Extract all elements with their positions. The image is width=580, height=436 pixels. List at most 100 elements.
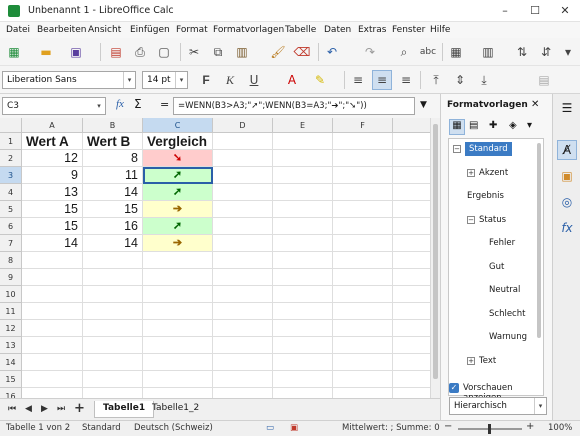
chevron-down-icon[interactable]: ▾ xyxy=(123,72,135,88)
grid-cell[interactable] xyxy=(333,320,393,337)
functions-deck-icon[interactable]: fx xyxy=(557,218,577,238)
menu-ansicht[interactable]: Ansicht xyxy=(88,25,121,35)
close-button[interactable]: ✕ xyxy=(550,0,580,22)
sort-ascending-icon[interactable]: ⇅ xyxy=(512,42,532,62)
style-item[interactable]: + Text xyxy=(467,356,496,366)
font-color-icon[interactable]: A xyxy=(282,70,302,90)
grid-cell[interactable] xyxy=(393,218,430,235)
grid-cell[interactable] xyxy=(333,167,393,184)
value-cell[interactable]: 13 xyxy=(22,184,83,201)
grid-cell[interactable] xyxy=(143,371,213,388)
collapse-icon[interactable]: − xyxy=(467,215,475,224)
tree-scrollbar[interactable] xyxy=(537,143,541,338)
grid-cell[interactable] xyxy=(393,269,430,286)
grid-cell[interactable] xyxy=(213,133,273,150)
grid-cell[interactable] xyxy=(393,184,430,201)
grid-cell[interactable] xyxy=(333,388,393,398)
minimize-button[interactable]: – xyxy=(490,0,520,22)
header-cell[interactable]: Vergleich xyxy=(143,133,213,150)
value-cell[interactable]: 16 xyxy=(83,218,143,235)
grid-cell[interactable] xyxy=(213,269,273,286)
row-header[interactable]: 14 xyxy=(0,354,22,371)
value-cell[interactable]: 15 xyxy=(22,218,83,235)
grid-cell[interactable] xyxy=(22,269,83,286)
comparison-cell[interactable]: ➔ xyxy=(143,201,213,218)
zoom-in-icon[interactable]: + xyxy=(526,421,534,432)
grid-cell[interactable] xyxy=(393,150,430,167)
page-styles-icon[interactable]: ▤ xyxy=(469,120,478,131)
column-header-f[interactable]: F xyxy=(333,118,393,133)
gallery-deck-icon[interactable]: ▣ xyxy=(557,166,577,186)
row-header[interactable]: 8 xyxy=(0,252,22,269)
column-icon[interactable]: ▥ xyxy=(478,42,498,62)
zoom-out-icon[interactable]: − xyxy=(444,421,452,432)
grid-cell[interactable] xyxy=(273,337,333,354)
grid-cell[interactable] xyxy=(333,252,393,269)
style-item-selected[interactable]: − Standard xyxy=(453,142,512,156)
grid-cell[interactable] xyxy=(213,337,273,354)
merge-cells-icon[interactable]: ▤ xyxy=(534,70,554,90)
grid-cell[interactable] xyxy=(22,286,83,303)
menu-einfuegen[interactable]: Einfügen xyxy=(130,25,170,35)
grid-cell[interactable] xyxy=(213,354,273,371)
row-header[interactable]: 3 xyxy=(0,167,22,184)
row-header[interactable]: 1 xyxy=(0,133,22,150)
chevron-down-icon[interactable]: ▾ xyxy=(175,72,187,88)
grid-cell[interactable] xyxy=(273,201,333,218)
grid-cell[interactable] xyxy=(83,354,143,371)
navigator-deck-icon[interactable]: ◎ xyxy=(557,192,577,212)
clone-format-icon[interactable]: 🖌 xyxy=(268,42,288,62)
value-cell[interactable]: 14 xyxy=(83,184,143,201)
expand-formula-icon[interactable]: ▼ xyxy=(420,100,427,110)
grid-cell[interactable] xyxy=(213,150,273,167)
last-sheet-icon[interactable]: ⏭ xyxy=(57,404,65,414)
print-icon[interactable]: ⎙ xyxy=(130,42,150,62)
grid-cell[interactable] xyxy=(213,286,273,303)
next-sheet-icon[interactable]: ▶ xyxy=(41,404,48,414)
grid-cell[interactable] xyxy=(143,320,213,337)
collapse-icon[interactable]: − xyxy=(453,145,461,153)
grid-cell[interactable] xyxy=(22,388,83,398)
align-top-icon[interactable]: ⤒ xyxy=(426,70,446,90)
grid-cell[interactable] xyxy=(333,201,393,218)
row-header[interactable]: 4 xyxy=(0,184,22,201)
menu-format[interactable]: Format xyxy=(176,25,208,35)
grid-cell[interactable] xyxy=(22,354,83,371)
row-header[interactable]: 13 xyxy=(0,337,22,354)
page-style[interactable]: Standard xyxy=(82,423,121,433)
style-item[interactable]: − Status xyxy=(467,215,506,225)
expand-icon[interactable]: + xyxy=(467,356,475,365)
grid-cell[interactable] xyxy=(213,388,273,398)
value-cell[interactable]: 15 xyxy=(83,201,143,218)
grid-cell[interactable] xyxy=(22,371,83,388)
header-cell[interactable]: Wert B xyxy=(83,133,143,150)
row-header[interactable]: 10 xyxy=(0,286,22,303)
language-status[interactable]: Deutsch (Schweiz) xyxy=(134,423,213,433)
grid-cell[interactable] xyxy=(393,201,430,218)
value-cell[interactable]: 9 xyxy=(22,167,83,184)
grid-cell[interactable] xyxy=(333,133,393,150)
row-header[interactable]: 6 xyxy=(0,218,22,235)
grid-cell[interactable] xyxy=(213,303,273,320)
menu-hilfe[interactable]: Hilfe xyxy=(430,25,450,35)
sheet-tab-tabelle1-2[interactable]: Tabelle1_2 xyxy=(144,401,207,418)
grid-cell[interactable] xyxy=(333,354,393,371)
row-header[interactable]: 9 xyxy=(0,269,22,286)
clear-format-icon[interactable]: ⌫ xyxy=(292,42,312,62)
grid-cell[interactable] xyxy=(143,269,213,286)
grid-cell[interactable] xyxy=(273,354,333,371)
function-wizard-icon[interactable]: fx xyxy=(116,98,124,110)
zoom-level[interactable]: 100% xyxy=(548,423,572,433)
menu-datei[interactable]: Datei xyxy=(6,25,30,35)
grid-cell[interactable] xyxy=(213,184,273,201)
grid-cell[interactable] xyxy=(83,269,143,286)
grid-cell[interactable] xyxy=(393,320,430,337)
row-header[interactable]: 16 xyxy=(0,388,22,398)
style-item[interactable]: Ergebnis xyxy=(467,191,504,201)
grid-cell[interactable] xyxy=(333,371,393,388)
maximize-button[interactable]: ☐ xyxy=(520,0,550,22)
document-modified-icon[interactable]: ▣ xyxy=(290,423,298,433)
row-header[interactable]: 7 xyxy=(0,235,22,252)
expand-icon[interactable]: + xyxy=(467,168,475,177)
grid-cell[interactable] xyxy=(273,235,333,252)
